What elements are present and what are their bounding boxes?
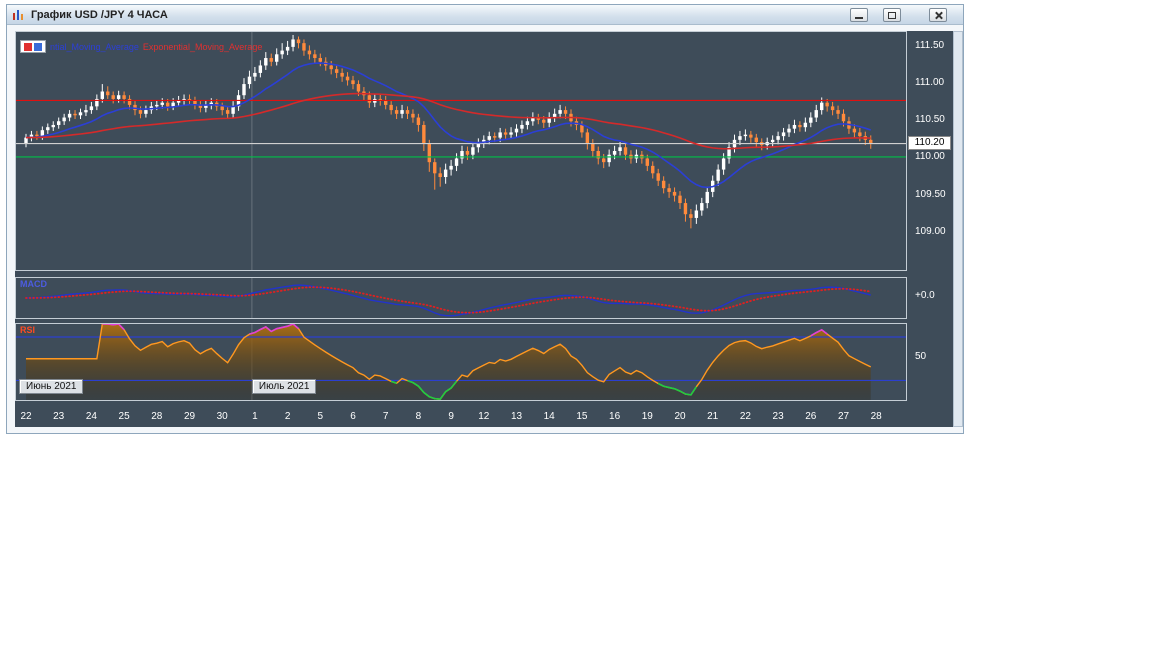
- x-axis-label: 23: [772, 411, 784, 422]
- x-axis-label: 13: [510, 411, 523, 422]
- vertical-scrollbar[interactable]: [953, 31, 963, 427]
- x-axis-label: 26: [805, 411, 817, 422]
- price-chart-panel[interactable]: ntial_Moving_Average Exponential_Moving_…: [15, 31, 907, 271]
- x-axis-label: 27: [837, 411, 850, 422]
- x-axis-label: 2: [284, 411, 291, 422]
- x-axis-label: 24: [85, 411, 97, 422]
- x-axis-label: 8: [415, 411, 422, 422]
- rsi-panel[interactable]: RSI Июнь 2021 Июль 2021: [15, 323, 907, 401]
- legend-chip-red: [24, 42, 32, 51]
- price-chart-canvas[interactable]: [16, 32, 906, 270]
- price-tick: 110.00: [915, 151, 945, 163]
- minimize-icon: [855, 17, 863, 19]
- x-axis-label: 25: [118, 411, 130, 422]
- indicator-legend: ntial_Moving_Average Exponential_Moving_…: [20, 40, 262, 53]
- x-axis-label: 22: [739, 411, 751, 422]
- chart-area: ntial_Moving_Average Exponential_Moving_…: [15, 31, 953, 427]
- rsi-label: RSI: [20, 325, 36, 335]
- current-price-tag: 110.20: [908, 135, 951, 150]
- x-axis-label: 21: [707, 411, 719, 422]
- macd-panel[interactable]: MACD: [15, 277, 907, 319]
- minimize-button[interactable]: [850, 8, 868, 22]
- month-badge-july: Июль 2021: [251, 379, 317, 394]
- chart-window: График USD /JPY 4 ЧАСА ntial_Moving_Aver…: [6, 4, 964, 434]
- price-tick: 110.50: [915, 114, 945, 126]
- macd-canvas[interactable]: [16, 278, 906, 318]
- x-axis-label: 7: [382, 411, 389, 422]
- x-axis-label: 29: [183, 411, 196, 422]
- window-title: График USD /JPY 4 ЧАСА: [31, 8, 168, 21]
- title-bar[interactable]: График USD /JPY 4 ЧАСА: [7, 5, 963, 25]
- rsi-canvas[interactable]: [16, 324, 906, 400]
- close-button[interactable]: [929, 8, 947, 22]
- candlestick-chart-icon: [13, 9, 23, 20]
- x-axis-label: 20: [674, 411, 686, 422]
- month-badge-june: Июнь 2021: [19, 379, 84, 394]
- legend-color-chips: [20, 40, 46, 53]
- x-axis-label: 9: [448, 411, 454, 422]
- legend-label-ema-2: Exponential_Moving_Average: [142, 41, 263, 52]
- macd-label: MACD: [20, 279, 47, 289]
- macd-zero-tick: +0.0: [915, 290, 935, 301]
- x-axis-label: 28: [151, 411, 163, 422]
- close-icon: [934, 11, 943, 20]
- x-axis-label: 1: [252, 411, 258, 422]
- legend-label-ema-1: ntial_Moving_Average: [50, 41, 139, 52]
- price-tick: 111.00: [915, 77, 945, 89]
- x-axis-label: 30: [216, 411, 228, 422]
- maximize-button[interactable]: [883, 8, 901, 22]
- x-axis-label: 12: [478, 411, 490, 422]
- x-axis-label: 15: [576, 411, 588, 422]
- x-axis-label: 28: [870, 411, 882, 422]
- x-axis-label: 19: [641, 411, 653, 422]
- price-tick: 111.50: [915, 39, 945, 51]
- x-axis-label: 23: [53, 411, 65, 422]
- price-tick: 109.00: [915, 225, 946, 237]
- rsi-mid-tick: 50: [915, 351, 927, 362]
- price-tick: 109.50: [915, 188, 946, 200]
- x-axis-label: 22: [20, 411, 32, 422]
- maximize-icon: [888, 11, 896, 19]
- x-axis-label: 6: [350, 411, 356, 422]
- x-axis-label: 16: [609, 411, 621, 422]
- x-axis-label: 14: [543, 411, 555, 422]
- x-axis-label: 5: [317, 411, 324, 422]
- x-axis: 22 23 24 25 28 29 30 1 2 5 6 7 8 9 12 13 14 15 16 19 20 21 22 2…: [15, 405, 953, 427]
- price-scale[interactable]: 110.20 111.50 111.00 110.50 110.00 109.50 109…: [907, 31, 953, 271]
- legend-chip-blue: [34, 42, 42, 51]
